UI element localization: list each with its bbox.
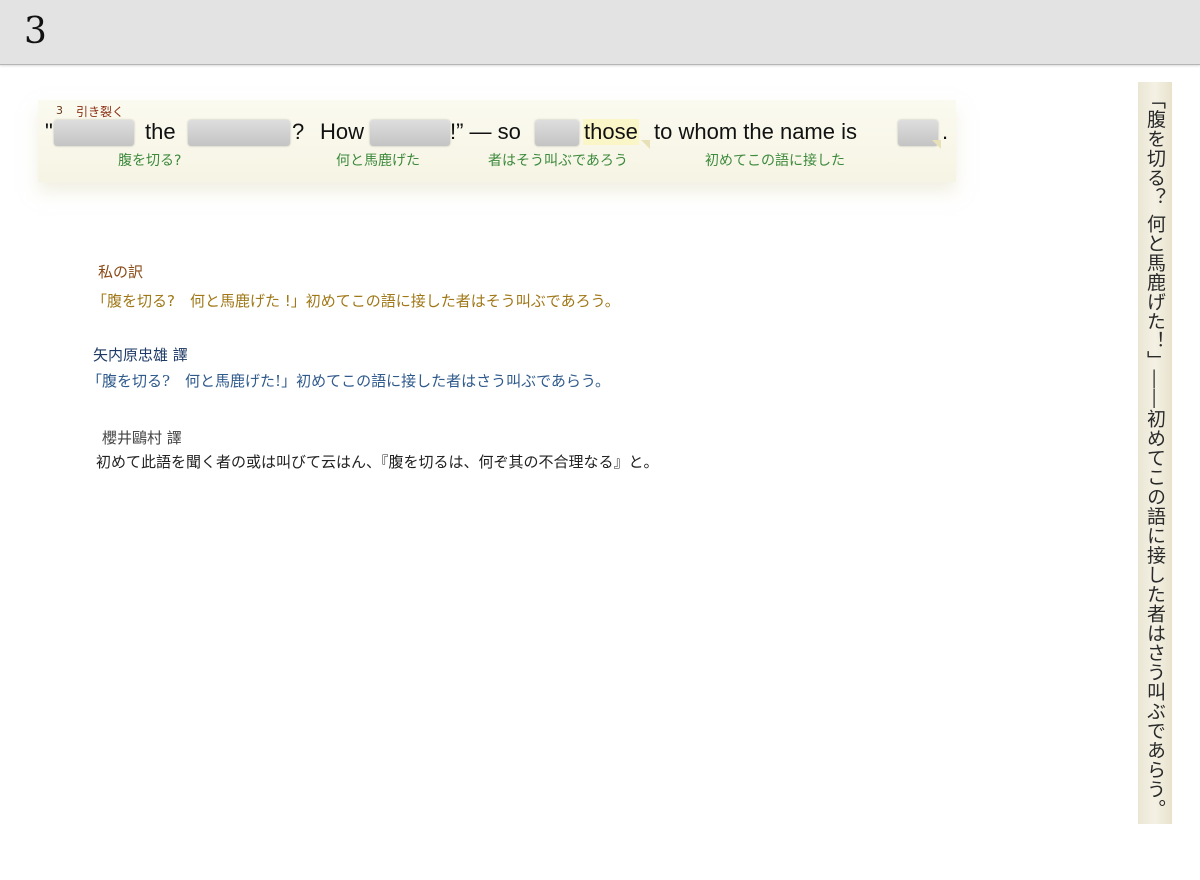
phrase-to-whom: to whom the name is	[654, 119, 857, 144]
hidden-word-4[interactable]	[535, 120, 579, 146]
yanaihara-label: 矢内原忠雄 譯	[93, 346, 188, 364]
top-bar: 3	[0, 0, 1200, 65]
my-translation-label: 私の訳	[98, 263, 144, 281]
note-number: 3	[56, 104, 63, 117]
exclaim-so: !” — so	[450, 119, 521, 144]
fold-mark	[932, 140, 941, 149]
note-label: 引き裂く	[76, 105, 125, 119]
gloss-4: 初めてこの語に接した	[705, 153, 845, 169]
english-sentence-box: 3 引き裂く " the ? How !” — so those to whom…	[38, 100, 956, 182]
open-quote: "	[45, 119, 53, 144]
sakurai-text: 初めて此語を聞く者の或は叫びて云はん、『腹を切るは、何ぞ其の不合理なる』と。	[96, 453, 659, 471]
my-translation-text: 「腹を切る? 何と馬鹿げた !」初めてこの語に接した者はそう叫ぶであろう。	[92, 292, 620, 310]
period: .	[942, 119, 949, 144]
yanaihara-text: 「腹を切る? 何と馬鹿げた!」初めてこの語に接した者はさう叫ぶであらう。	[87, 372, 611, 390]
page-number: 3	[24, 11, 47, 52]
gloss-1: 腹を切る?	[118, 153, 182, 169]
hidden-word-2[interactable]	[188, 120, 290, 146]
hidden-word-3[interactable]	[370, 120, 450, 146]
gloss-2: 何と馬鹿げた	[336, 153, 420, 169]
vertical-text-strip: 「腹を切る？ 何と馬鹿げた！」――初めてこの語に接した者はさう叫ぶであらう。	[1138, 82, 1172, 824]
word-the: the	[145, 119, 176, 144]
question-mark: ?	[292, 119, 305, 144]
gloss-3: 者はそう叫ぶであろう	[488, 153, 628, 169]
fold-mark	[641, 140, 650, 149]
word-how: How	[320, 119, 365, 144]
hidden-word-1[interactable]	[54, 120, 134, 146]
word-those: those	[583, 119, 639, 145]
vertical-text: 「腹を切る？ 何と馬鹿げた！」――初めてこの語に接した者はさう叫ぶであらう。	[1144, 90, 1166, 819]
sakurai-label: 櫻井鷗村 譯	[102, 429, 182, 447]
